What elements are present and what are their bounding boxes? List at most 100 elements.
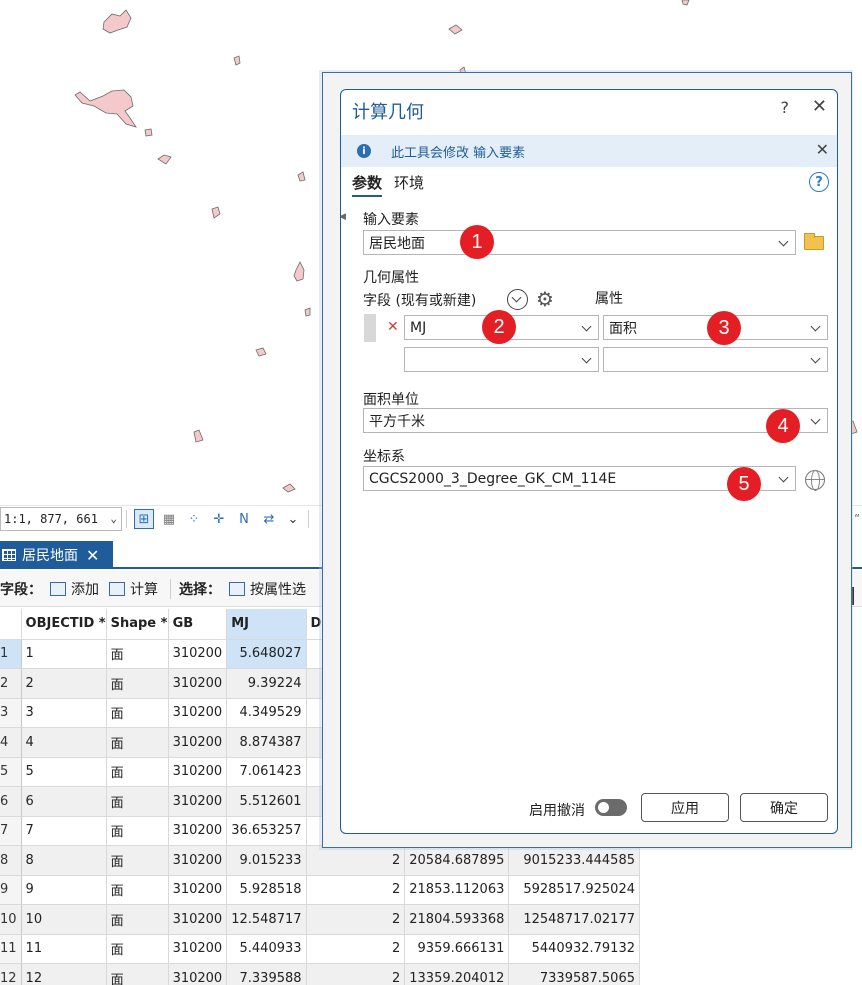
cell-shape[interactable]: 面: [106, 727, 169, 758]
cell[interactable]: 5440932.79132: [508, 934, 640, 964]
row-number[interactable]: 1: [0, 639, 22, 669]
chevron-down-icon[interactable]: [779, 234, 789, 250]
enable-undo-toggle[interactable]: [595, 799, 627, 816]
field-combo-row-2[interactable]: [404, 347, 599, 372]
cell-objectid[interactable]: 7: [21, 816, 107, 846]
chevron-down-icon[interactable]: ⌄: [110, 512, 117, 525]
chevron-down-icon[interactable]: ⌄: [283, 509, 303, 529]
expand-circle-icon[interactable]: [507, 289, 528, 310]
cell[interactable]: 21804.593368: [404, 904, 510, 935]
cell-gb[interactable]: 310200: [168, 639, 228, 669]
table-row[interactable]: 12 12 面 310200 7.339588 2 13359.204012 7339587.…: [0, 963, 640, 985]
chevron-down-icon[interactable]: [779, 470, 789, 486]
table-grid-icon[interactable]: ▦: [159, 509, 179, 529]
cell-shape[interactable]: 面: [106, 639, 169, 669]
cell-gb[interactable]: 310200: [168, 845, 228, 876]
cell[interactable]: 2: [306, 875, 406, 905]
table-row[interactable]: 10 10 面 310200 12.548717 2 21804.593368 1254871…: [0, 904, 640, 935]
cell-gb[interactable]: 310200: [168, 727, 228, 758]
ok-button[interactable]: 确定: [740, 793, 828, 822]
row-number[interactable]: 2: [0, 668, 22, 699]
row-number[interactable]: 3: [0, 698, 22, 728]
snap-grid-icon[interactable]: ⁘: [184, 509, 204, 529]
globe-icon[interactable]: [805, 470, 825, 491]
select-by-attribute-button[interactable]: 按属性选: [229, 579, 306, 599]
cell-mj[interactable]: 8.874387: [226, 727, 307, 758]
collapse-marker-icon[interactable]: ◀: [341, 212, 346, 222]
close-icon[interactable]: ✕: [86, 546, 99, 565]
chevron-down-icon[interactable]: [811, 319, 821, 335]
cell[interactable]: 2: [306, 963, 406, 985]
row-number[interactable]: 7: [0, 816, 22, 846]
calculate-field-button[interactable]: 计算: [109, 579, 158, 599]
cell-gb[interactable]: 310200: [168, 904, 228, 935]
tab-parameters[interactable]: 参数: [352, 172, 383, 197]
cell-shape[interactable]: 面: [106, 668, 169, 699]
cell-objectid[interactable]: 5: [21, 757, 107, 787]
cell-mj[interactable]: 5.440933: [226, 934, 307, 964]
cell-mj[interactable]: 5.928518: [226, 875, 307, 905]
cell-objectid[interactable]: 6: [21, 786, 107, 817]
cell-objectid[interactable]: 3: [21, 698, 107, 728]
route-icon[interactable]: ⇄: [259, 509, 279, 529]
table-row[interactable]: 11 11 面 310200 5.440933 2 9359.666131 5440932.7…: [0, 934, 640, 964]
help-button[interactable]: ?: [781, 98, 790, 117]
chevron-down-icon[interactable]: [811, 351, 821, 367]
chevron-down-icon[interactable]: [582, 351, 592, 367]
map-scale-combo[interactable]: 1:1, 877, 661 ⌄: [0, 507, 122, 531]
cell-gb[interactable]: 310200: [168, 963, 228, 985]
cell-gb[interactable]: 310200: [168, 816, 228, 846]
cell-mj[interactable]: 7.339588: [226, 963, 307, 985]
cell-mj[interactable]: 12.548717: [226, 904, 307, 935]
cell[interactable]: 12548717.02177: [508, 904, 640, 935]
cell-shape[interactable]: 面: [106, 845, 169, 876]
table-row[interactable]: 9 9 面 310200 5.928518 2 21853.112063 5928517.92…: [0, 875, 640, 905]
cell-shape[interactable]: 面: [106, 698, 169, 728]
row-number[interactable]: 8: [0, 845, 22, 876]
row-drag-handle[interactable]: [364, 314, 376, 342]
column-header-mj[interactable]: MJ: [226, 609, 307, 640]
cell-shape[interactable]: 面: [106, 963, 169, 985]
cell-gb[interactable]: 310200: [168, 757, 228, 787]
cell[interactable]: 2: [306, 904, 406, 935]
row-number[interactable]: 9: [0, 875, 22, 905]
cell[interactable]: 7339587.5065: [508, 963, 640, 985]
cell-shape[interactable]: 面: [106, 757, 169, 787]
cell-objectid[interactable]: 11: [21, 934, 107, 964]
column-header-gb[interactable]: GB: [168, 609, 228, 640]
cell[interactable]: 5928517.925024: [508, 875, 640, 905]
tab-residential-area-table[interactable]: 居民地面 ✕: [0, 541, 113, 569]
cell[interactable]: 13359.204012: [404, 963, 510, 985]
cell-shape[interactable]: 面: [106, 786, 169, 817]
cell-mj[interactable]: 5.512601: [226, 786, 307, 817]
grid-select-icon[interactable]: ⊞: [134, 509, 154, 529]
north-arrow-icon[interactable]: N: [234, 509, 254, 529]
cell-gb[interactable]: 310200: [168, 668, 228, 699]
cell-mj[interactable]: 9.015233: [226, 845, 307, 876]
cell-objectid[interactable]: 8: [21, 845, 107, 876]
cell-objectid[interactable]: 1: [21, 639, 107, 669]
apply-button[interactable]: 应用: [641, 793, 729, 822]
cell-shape[interactable]: 面: [106, 875, 169, 905]
row-number[interactable]: 12: [0, 963, 22, 985]
corner-header[interactable]: [0, 609, 22, 640]
cell[interactable]: 21853.112063: [404, 875, 510, 905]
cell-shape[interactable]: 面: [106, 904, 169, 935]
help-circle-icon[interactable]: ?: [809, 172, 829, 192]
cell-gb[interactable]: 310200: [168, 786, 228, 817]
cell-mj[interactable]: 4.349529: [226, 698, 307, 728]
folder-icon[interactable]: [804, 233, 824, 250]
cell[interactable]: 2: [306, 934, 406, 964]
row-number[interactable]: 5: [0, 757, 22, 787]
tab-environments[interactable]: 环境: [394, 172, 424, 197]
gear-icon[interactable]: ⚙: [536, 287, 554, 311]
close-button[interactable]: ✕: [812, 96, 827, 117]
cell-objectid[interactable]: 10: [21, 904, 107, 935]
chevron-down-icon[interactable]: [582, 319, 592, 335]
cell-gb[interactable]: 310200: [168, 875, 228, 905]
chevron-down-icon[interactable]: [811, 412, 821, 428]
cell-gb[interactable]: 310200: [168, 698, 228, 728]
cell-mj[interactable]: 9.39224: [226, 668, 307, 699]
area-unit-combo[interactable]: 平方千米: [363, 408, 828, 433]
column-header-shape[interactable]: Shape *: [106, 609, 169, 640]
